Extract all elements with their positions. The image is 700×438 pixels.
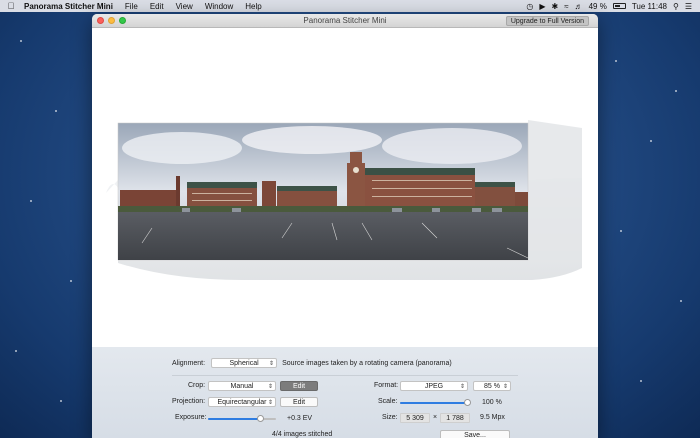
times-symbol: ×	[433, 414, 438, 421]
notification-center-icon[interactable]: ☰	[685, 2, 692, 11]
alignment-value: Spherical	[229, 359, 259, 367]
quality-value: 85 %	[484, 382, 500, 390]
exposure-label: Exposure:	[175, 414, 207, 421]
status-text: 4/4 images stitched	[272, 431, 333, 438]
title-bar[interactable]: Panorama Stitcher Mini Upgrade to Full V…	[92, 14, 598, 28]
exposure-slider-fill	[208, 418, 261, 420]
quality-popup[interactable]: 85 % ⇕	[473, 381, 511, 391]
chevron-updown-icon: ⇕	[267, 383, 273, 390]
alignment-label: Alignment:	[172, 359, 206, 367]
clock[interactable]: Tue 11:48	[632, 2, 667, 11]
height-field[interactable]: 1 788	[440, 413, 470, 423]
format-row: Format:	[374, 382, 398, 389]
status-area: ◷ ▶ ✱ ≈ ♬ 49 % Tue 11:48 ⚲ ☰	[526, 2, 700, 11]
crop-row: Crop:	[188, 382, 205, 389]
spotlight-icon[interactable]: ⚲	[673, 2, 679, 11]
exposure-slider-knob[interactable]	[257, 415, 264, 422]
section-divider	[172, 375, 518, 376]
app-window: Panorama Stitcher Mini Upgrade to Full V…	[92, 14, 598, 438]
chevron-updown-icon: ⇕	[269, 360, 275, 367]
projection-edit-button[interactable]: Edit	[280, 397, 318, 407]
panorama-preview[interactable]	[92, 28, 598, 347]
panorama-image	[106, 120, 582, 280]
chevron-updown-icon: ⇕	[267, 399, 273, 406]
scale-value: 100 %	[482, 399, 502, 406]
stitch-controls: Alignment: Spherical ⇕ Source images tak…	[92, 347, 598, 438]
alignment-row: Alignment: Spherical ⇕ Source images tak…	[172, 358, 452, 368]
projection-popup[interactable]: Equirectangular ⇕	[208, 397, 276, 407]
scale-slider-fill	[400, 402, 468, 404]
battery-percent: 49 %	[588, 1, 607, 11]
menu-help[interactable]: Help	[239, 2, 267, 11]
crop-label: Crop:	[188, 382, 206, 389]
format-label: Format:	[374, 382, 399, 389]
scale-label: Scale:	[378, 398, 398, 405]
exposure-value: +0.3 EV	[287, 415, 313, 422]
upgrade-button[interactable]: Upgrade to Full Version	[505, 16, 589, 26]
scale-row: Scale:	[378, 398, 397, 405]
width-field[interactable]: 5 309	[400, 413, 430, 423]
exposure-slider[interactable]	[208, 415, 276, 422]
menu-edit[interactable]: Edit	[144, 2, 170, 11]
scale-slider-knob[interactable]	[464, 399, 471, 406]
alignment-popup[interactable]: Spherical ⇕	[211, 358, 278, 368]
menu-view[interactable]: View	[170, 2, 199, 11]
menu-file[interactable]: File	[119, 2, 144, 11]
menu-bar:  Panorama Stitcher Mini File Edit View …	[0, 0, 700, 12]
volume-icon[interactable]: ♬	[575, 2, 583, 11]
format-value: JPEG	[424, 382, 444, 390]
save-button[interactable]: Save...	[440, 430, 510, 438]
time-machine-icon[interactable]: ◷	[526, 2, 533, 11]
wifi-icon[interactable]: ≈	[564, 2, 568, 11]
bluetooth-icon[interactable]: ✱	[552, 2, 559, 11]
projection-value: Equirectangular	[217, 398, 267, 406]
alignment-description: Source images taken by a rotating camera…	[282, 359, 452, 367]
megapixels-value: 9.5 Mpx	[480, 414, 505, 421]
crop-value: Manual	[230, 382, 254, 390]
airplay-icon[interactable]: ▶	[539, 2, 545, 11]
projection-label: Projection:	[172, 398, 206, 405]
crop-popup[interactable]: Manual ⇕	[208, 381, 276, 391]
battery-icon[interactable]	[612, 3, 626, 9]
size-label: Size:	[382, 414, 398, 421]
projection-row: Projection:	[172, 398, 205, 405]
apple-menu-icon[interactable]: 	[0, 1, 22, 11]
chevron-updown-icon: ⇕	[502, 383, 508, 390]
crop-edit-button[interactable]: Edit	[280, 381, 318, 391]
chevron-updown-icon: ⇕	[459, 383, 465, 390]
scale-slider[interactable]	[400, 399, 471, 406]
menu-window[interactable]: Window	[199, 2, 239, 11]
exposure-row: Exposure:	[175, 414, 207, 421]
format-popup[interactable]: JPEG ⇕	[400, 381, 468, 391]
menu-app-name[interactable]: Panorama Stitcher Mini	[22, 2, 119, 11]
size-row: Size:	[382, 414, 398, 421]
